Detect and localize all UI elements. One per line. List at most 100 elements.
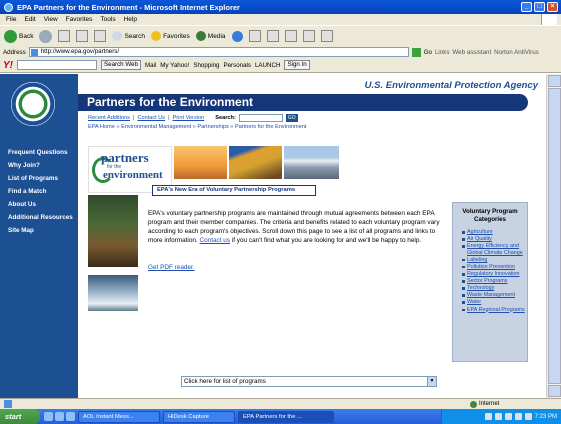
search-web-button[interactable]: Search Web [101, 60, 141, 70]
nav-about-us[interactable]: About Us [8, 201, 73, 208]
nav-frequent-questions[interactable]: Frequent Questions [8, 149, 73, 156]
scroll-thumb[interactable] [548, 88, 561, 384]
search-label: Search [124, 32, 146, 40]
mail-button[interactable] [248, 30, 261, 42]
category-link[interactable]: Water [462, 299, 527, 306]
page-icon [30, 49, 38, 56]
scroll-down-button[interactable] [548, 385, 561, 397]
maximize-button[interactable]: □ [534, 2, 545, 12]
category-link[interactable]: Labeling [462, 257, 527, 264]
mountain-photo [284, 146, 339, 179]
nav-find-a-match[interactable]: Find a Match [8, 188, 73, 195]
windows-taskbar: start AOL Instant Mess... HiDesk Capture… [0, 409, 561, 424]
categories-title: Voluntary Program Categories [462, 208, 518, 223]
favorites-button[interactable]: Favorites [151, 31, 190, 41]
contact-us-inline-link[interactable]: Contact us [200, 237, 231, 244]
recent-additions-link[interactable]: Recent Additions [88, 115, 130, 121]
sunset-photo [174, 146, 227, 179]
yahoo-shopping[interactable]: Shopping [193, 62, 219, 69]
yahoo-logo[interactable]: Y! [3, 60, 13, 71]
epa-seal-logo[interactable] [11, 82, 55, 126]
close-button[interactable]: × [547, 2, 558, 12]
menu-help[interactable]: Help [124, 16, 137, 23]
minimize-button[interactable]: _ [521, 2, 532, 12]
taskbar-task-hidesk[interactable]: HiDesk Capture [163, 410, 235, 423]
category-link[interactable]: Agriculture [462, 229, 527, 236]
contact-us-link[interactable]: Contact Us [137, 115, 165, 121]
yahoo-search-input[interactable] [17, 60, 97, 70]
stop-button[interactable] [58, 30, 71, 42]
category-link[interactable]: Waste Management [462, 292, 527, 299]
start-button[interactable]: start [0, 409, 40, 424]
home-button[interactable] [94, 30, 107, 42]
category-link[interactable]: Air Quality [462, 236, 527, 243]
taskbar-task-epa[interactable]: EPA Partners for the ... [238, 410, 334, 423]
nav-site-map[interactable]: Site Map [8, 227, 73, 234]
quick-launch-ie-icon[interactable] [44, 412, 53, 421]
tray-icon[interactable] [514, 413, 522, 420]
search-go-button[interactable]: GO [285, 114, 298, 122]
edit-button[interactable] [284, 30, 297, 42]
forward-button[interactable] [39, 29, 53, 43]
media-button[interactable]: Media [195, 31, 226, 41]
yahoo-mail[interactable]: Mail [145, 62, 156, 69]
discuss-button[interactable] [302, 30, 315, 42]
quick-launch [44, 412, 75, 421]
program-select[interactable]: Click here for list of programs ▼ [181, 376, 437, 387]
scroll-up-button[interactable] [548, 75, 561, 87]
nav-additional-resources[interactable]: Additional Resources [8, 214, 73, 221]
category-link[interactable]: Sector Programs [462, 278, 527, 285]
back-button[interactable]: Back [4, 29, 33, 43]
agency-banner[interactable]: U.S. Environmental Protection Agency [78, 80, 546, 93]
clock[interactable]: 7:23 PM [535, 414, 557, 420]
nav-list-of-programs[interactable]: List of Programs [8, 175, 73, 182]
yahoo-personals[interactable]: Personals [223, 62, 251, 69]
zone-label: Internet [479, 401, 500, 407]
print-version-link[interactable]: Print Version [173, 115, 205, 121]
my-yahoo[interactable]: My Yahoo! [160, 62, 189, 69]
intro-text-2: if you can't find what you are looking f… [230, 237, 422, 244]
tray-icon[interactable] [524, 413, 532, 420]
tray-icon[interactable] [494, 413, 502, 420]
taskbar-task-aim[interactable]: AOL Instant Mess... [78, 410, 160, 423]
quick-launch-media-icon[interactable] [66, 412, 75, 421]
sign-in-button[interactable]: Sign In [284, 60, 310, 70]
menu-favorites[interactable]: Favorites [66, 16, 93, 23]
norton-antivirus[interactable]: Norton AntiVirus [494, 49, 539, 56]
go-arrow-icon[interactable] [411, 47, 421, 57]
print-button[interactable] [266, 30, 279, 42]
menu-bar: File Edit View Favorites Tools Help [0, 14, 561, 25]
messenger-button[interactable] [320, 30, 333, 42]
yahoo-launch[interactable]: LAUNCH [255, 62, 280, 69]
vertical-scrollbar[interactable] [546, 74, 561, 398]
breadcrumb[interactable]: EPA Home » Environmental Management » Pa… [88, 124, 306, 130]
tray-icon[interactable] [484, 413, 492, 420]
category-link[interactable]: Pollution Prevention [462, 264, 527, 271]
quick-launch-desktop-icon[interactable] [55, 412, 64, 421]
category-link[interactable]: Energy Efficiency and Global Climate Cha… [462, 243, 527, 256]
menu-view[interactable]: View [44, 16, 58, 23]
go-button[interactable]: Go [424, 49, 432, 56]
chevron-down-icon[interactable]: ▼ [427, 377, 436, 386]
nav-why-join[interactable]: Why Join? [8, 162, 73, 169]
history-icon[interactable] [231, 30, 243, 42]
menu-tools[interactable]: Tools [100, 16, 115, 23]
address-input[interactable]: http://www.epa.gov/partners/ [28, 47, 409, 57]
category-link[interactable]: Technology [462, 285, 527, 292]
pdf-reader-link[interactable]: Get PDF reader. [148, 264, 195, 271]
refresh-button[interactable] [76, 30, 89, 42]
menu-edit[interactable]: Edit [24, 16, 35, 23]
top-links: Recent Additions | Contact Us | Print Ve… [88, 114, 298, 122]
search-button[interactable]: Search [112, 31, 145, 41]
web-assistant[interactable]: Web assistant [452, 49, 491, 56]
links-button[interactable]: Links [435, 49, 449, 56]
window-title: EPA Partners for the Environment - Micro… [17, 2, 240, 12]
tagline: EPA's New Era of Voluntary Partnership P… [152, 185, 316, 196]
tray-icon[interactable] [504, 413, 512, 420]
address-url: http://www.epa.gov/partners/ [40, 48, 120, 55]
categories-list: Agriculture Air Quality Energy Efficienc… [462, 229, 527, 313]
site-search-input[interactable] [238, 114, 283, 122]
category-link[interactable]: Regulatory Innovation [462, 271, 527, 278]
category-link[interactable]: EPA Regional Programs [462, 307, 527, 314]
menu-file[interactable]: File [6, 16, 16, 23]
